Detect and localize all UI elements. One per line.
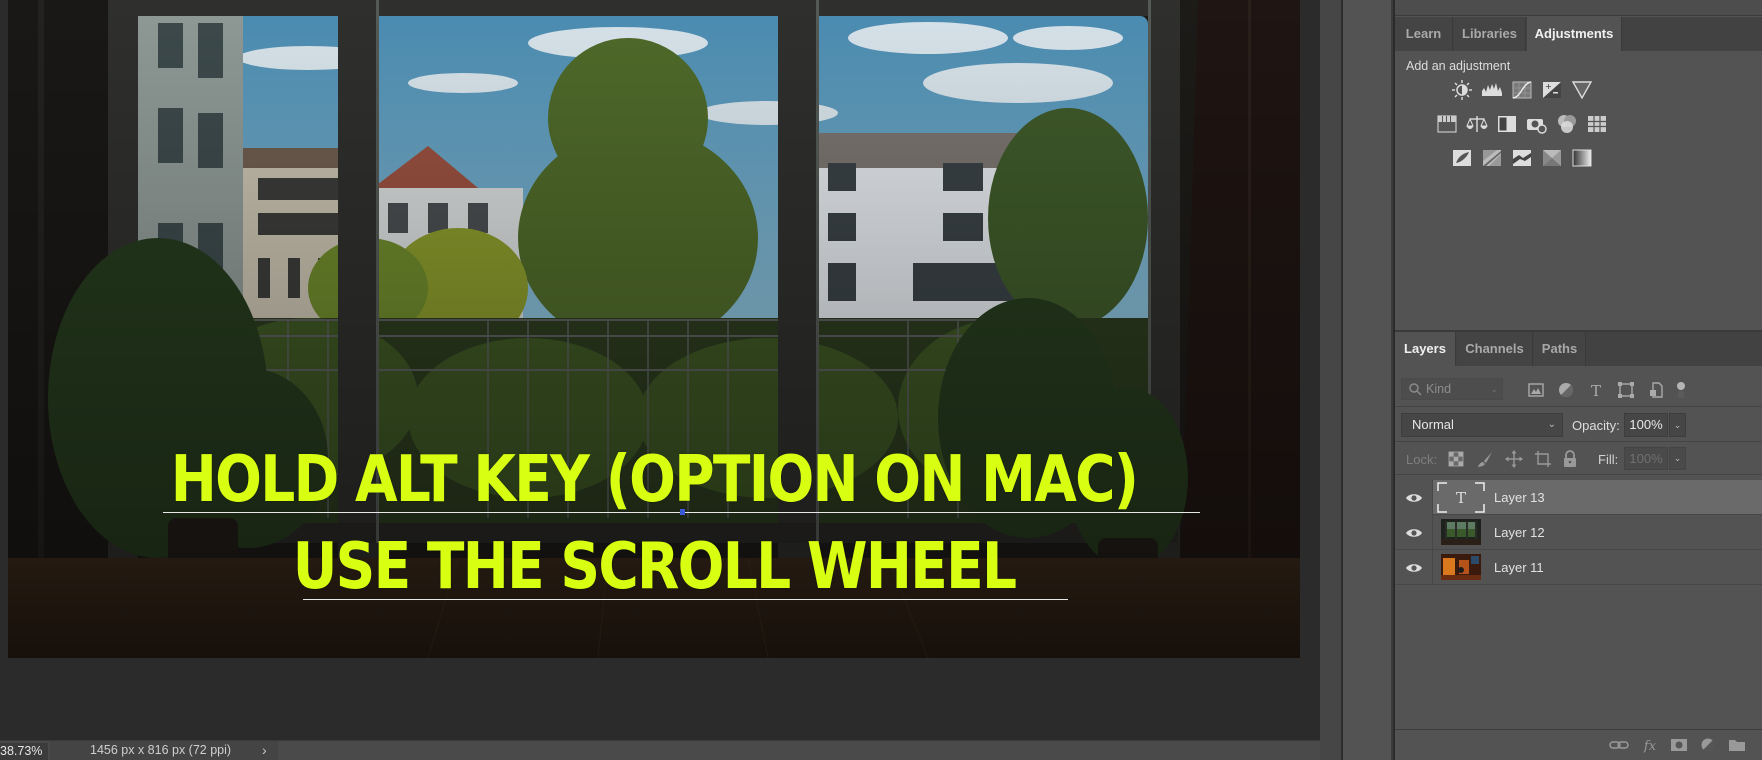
hue-saturation-icon[interactable] [1432,111,1462,137]
opacity-label: Opacity: [1572,418,1620,433]
adjustments-panel-tabs: Learn Libraries Adjustments [1395,17,1762,51]
layer-name[interactable]: Layer 11 [1494,550,1544,585]
panel-top-strip [1395,0,1762,16]
new-group-icon[interactable] [1726,736,1748,754]
fill-input[interactable]: 100% [1624,447,1668,470]
posterize-icon[interactable] [1477,145,1507,171]
chevron-right-icon[interactable]: › [262,741,267,760]
chevron-down-icon: ⌄ [1673,420,1682,430]
lock-position-icon[interactable] [1503,448,1525,470]
canvas-area[interactable]: HOLD ALT KEY (OPTION ON MAC) USE THE SCR… [0,0,1320,740]
layer-filter-row: Kind ⌄ T [1395,373,1762,407]
text-layer-thumbnail: T [1437,482,1485,513]
selective-color-icon[interactable] [1537,145,1567,171]
tab-layers[interactable]: Layers [1395,332,1456,366]
eye-icon [1405,563,1422,572]
lock-label: Lock: [1406,452,1438,467]
layer-name[interactable]: Layer 12 [1494,515,1545,550]
svg-text:+: + [1545,82,1552,91]
right-panel-dock: Learn Libraries Adjustments Add an adjus… [1395,0,1762,760]
fill-slider-toggle[interactable]: ⌄ [1669,447,1686,470]
lock-image-pixels-icon[interactable] [1474,448,1496,470]
curves-icon[interactable] [1507,77,1537,103]
svg-text:T: T [1591,382,1601,399]
adjustment-icons-row-2 [1432,111,1612,137]
lock-all-icon[interactable] [1559,448,1581,470]
layer-row[interactable]: T Layer 13 [1395,480,1762,515]
vertical-scrollbar-track[interactable] [1320,0,1342,760]
svg-text:T: T [1456,489,1466,507]
chevron-down-icon: ⌄ [1673,453,1682,463]
opacity-input[interactable]: 100% [1624,413,1668,437]
panel-dock-column [1343,0,1393,760]
pixel-layer-filter-icon[interactable] [1525,379,1547,401]
layer-row[interactable]: Layer 12 [1395,515,1762,550]
layer-row[interactable]: Layer 11 [1395,550,1762,585]
tab-paths[interactable]: Paths [1534,332,1586,366]
blend-mode-value: Normal [1412,417,1454,432]
link-layers-icon[interactable] [1608,736,1630,754]
photoshop-window: HOLD ALT KEY (OPTION ON MAC) USE THE SCR… [0,0,1762,760]
shape-layer-filter-icon[interactable] [1615,379,1637,401]
zoom-level-field[interactable]: 38.73% [0,743,48,760]
blend-row: Normal ⌄ Opacity: 100% ⌄ [1395,408,1762,442]
adjustment-icons-row-1: + [1447,77,1597,103]
text-cursor [680,509,685,515]
search-icon [1409,383,1422,396]
add-adjustment-heading: Add an adjustment [1406,59,1511,73]
tab-channels[interactable]: Channels [1457,332,1533,366]
visibility-toggle[interactable] [1395,515,1433,550]
channel-mixer-icon[interactable] [1552,111,1582,137]
exposure-icon[interactable]: + [1537,77,1567,103]
document-canvas[interactable]: HOLD ALT KEY (OPTION ON MAC) USE THE SCR… [8,0,1300,658]
layers-panel-tabs: Layers Channels Paths [1395,332,1762,366]
chevron-down-icon: ⌄ [1547,419,1556,430]
color-lookup-icon[interactable] [1582,111,1612,137]
threshold-icon[interactable] [1507,145,1537,171]
blend-mode-select[interactable]: Normal ⌄ [1401,413,1563,437]
svg-text:fx: fx [1643,739,1657,753]
lock-row: Lock: Fill: 100% ⌄ [1395,443,1762,475]
smart-object-filter-icon[interactable] [1645,379,1667,401]
photo-filter-icon[interactable] [1522,111,1552,137]
filter-kind-select[interactable]: Kind ⌄ [1401,378,1503,400]
layers-panel-footer: fx [1395,729,1762,760]
lock-artboard-icon[interactable] [1532,448,1554,470]
visibility-toggle[interactable] [1395,550,1433,585]
layer-list: T Layer 13 Layer 12 Layer 11 [1395,480,1762,585]
filter-toggle-icon[interactable] [1670,379,1692,401]
eye-icon [1405,528,1422,537]
text-baseline [303,599,1068,600]
levels-icon[interactable] [1477,77,1507,103]
visibility-toggle[interactable] [1395,480,1433,515]
lock-transparent-pixels-icon[interactable] [1445,448,1467,470]
tab-adjustments[interactable]: Adjustments [1527,17,1622,51]
adjustment-layer-filter-icon[interactable] [1555,379,1577,401]
gradient-map-icon[interactable] [1567,145,1597,171]
chevron-down-icon: ⌄ [1490,384,1498,394]
fx-icon[interactable]: fx [1639,736,1661,754]
fill-label: Fill: [1598,452,1619,467]
overlay-text-line-1[interactable]: HOLD ALT KEY (OPTION ON MAC) [98,448,1209,512]
color-balance-icon[interactable] [1462,111,1492,137]
new-adjustment-layer-icon[interactable] [1697,736,1719,754]
tab-libraries[interactable]: Libraries [1454,17,1526,51]
black-white-icon[interactable] [1492,111,1522,137]
tab-learn[interactable]: Learn [1395,17,1453,51]
layer-name[interactable]: Layer 13 [1494,480,1545,515]
image-layer-thumbnail [1441,554,1481,580]
eye-icon [1405,493,1422,502]
brightness-contrast-icon[interactable] [1447,77,1477,103]
status-bar: 38.73% 1456 px x 816 px (72 ppi) › [0,740,1342,760]
invert-icon[interactable] [1447,145,1477,171]
overlay-text-line-2[interactable]: USE THE SCROLL WHEEL [98,535,1209,599]
adjustment-icons-row-3 [1447,145,1597,171]
type-layer-filter-icon[interactable]: T [1585,379,1607,401]
filter-kind-label: Kind [1426,382,1452,396]
vibrance-icon[interactable] [1567,77,1597,103]
opacity-slider-toggle[interactable]: ⌄ [1669,413,1686,437]
document-info[interactable]: 1456 px x 816 px (72 ppi) [50,741,278,760]
add-mask-icon[interactable] [1668,736,1690,754]
image-layer-thumbnail [1441,519,1481,545]
